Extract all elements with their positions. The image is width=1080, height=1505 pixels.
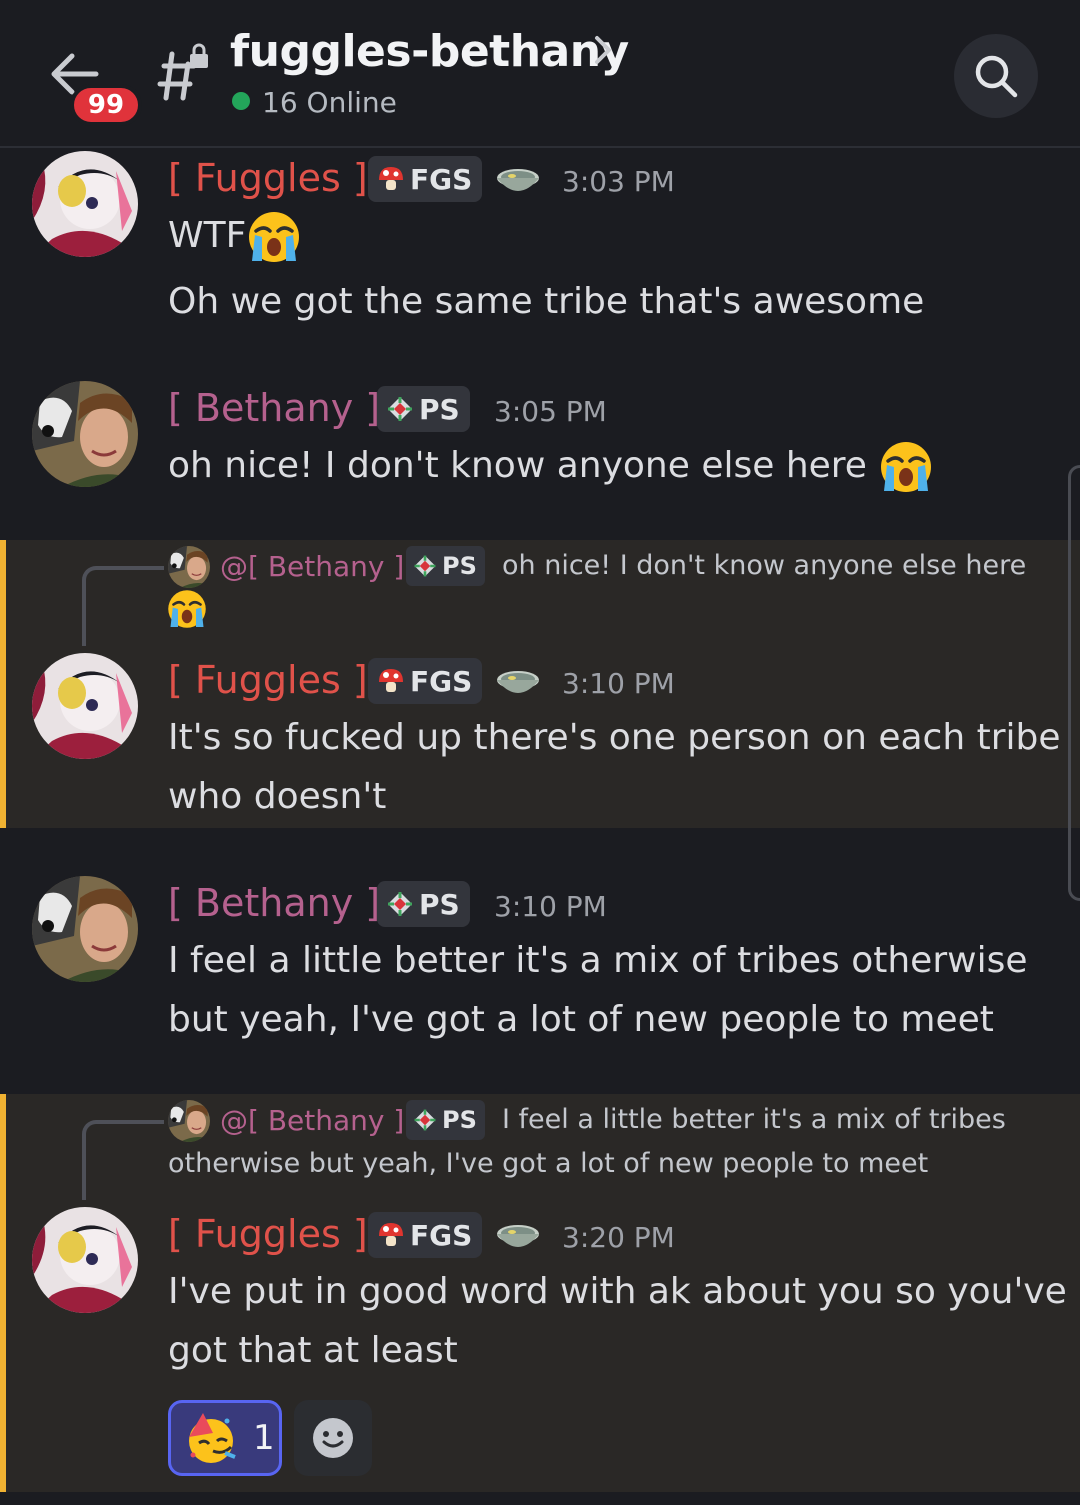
reaction-count: 1	[253, 1418, 275, 1458]
timestamp: 3:05 PM	[494, 395, 607, 428]
reply-avatar	[168, 546, 210, 588]
channel-name[interactable]: fuggles-bethany	[230, 26, 629, 77]
server-tag[interactable]: FGS	[368, 658, 483, 704]
smiley-add-icon	[313, 1418, 353, 1458]
reply-preview-text[interactable]: oh nice! I don't know anyone else here	[502, 550, 1026, 581]
add-reaction-button[interactable]	[294, 1400, 372, 1476]
highlighted-message[interactable]: @[ Bethany ] PS I feel a little better i…	[0, 1094, 1080, 1492]
loudly-crying-emoji-icon	[166, 588, 208, 630]
username[interactable]: [ Fuggles ]	[168, 156, 368, 200]
mushroom-icon	[376, 164, 406, 194]
loudly-crying-emoji-icon	[246, 209, 302, 265]
private-channel-icon	[150, 42, 212, 104]
message-text[interactable]: who doesn't	[168, 767, 386, 826]
mushroom-icon	[376, 666, 406, 696]
username[interactable]: [ Fuggles ]	[168, 658, 368, 702]
party-face-icon	[189, 1413, 236, 1463]
message-text[interactable]: but yeah, I've got a lot of new people t…	[168, 990, 994, 1049]
reply-preview-text[interactable]: otherwise but yeah, I've got a lot of ne…	[168, 1148, 928, 1179]
reply-avatar	[168, 1100, 210, 1142]
avatar[interactable]	[32, 381, 138, 487]
server-tag[interactable]: FGS	[368, 1212, 483, 1258]
server-tag-label: FGS	[410, 664, 473, 698]
bowl-icon	[494, 1220, 542, 1254]
search-icon	[975, 55, 1018, 98]
reply-connector	[82, 1120, 164, 1200]
server-tag-label: FGS	[410, 1218, 473, 1252]
server-tag-label: PS	[419, 392, 460, 426]
mushroom-icon	[376, 1220, 406, 1250]
message-text[interactable]: got that at least	[168, 1321, 458, 1380]
server-tag-label: FGS	[410, 162, 473, 196]
timestamp: 3:20 PM	[562, 1221, 675, 1254]
server-tag[interactable]: PS	[377, 881, 470, 927]
message-text[interactable]: I've put in good word with ak about you …	[168, 1262, 1067, 1321]
scrollbar[interactable]	[1068, 465, 1080, 901]
avatar[interactable]	[32, 653, 138, 759]
message-line: WTF	[168, 215, 247, 256]
loudly-crying-emoji-icon	[878, 439, 934, 495]
avatar[interactable]	[32, 151, 138, 257]
reply-preview-text[interactable]: I feel a little better it's a mix of tri…	[502, 1104, 1006, 1135]
message-text[interactable]: oh nice! I don't know anyone else here	[168, 436, 934, 495]
message-text[interactable]: It's so fucked up there's one person on …	[168, 708, 1061, 767]
server-tag-label: PS	[419, 887, 460, 921]
reply-server-tag-label: PS	[442, 552, 477, 580]
reply-author[interactable]: @[ Bethany ]	[220, 1104, 404, 1137]
online-status-dot	[232, 92, 250, 110]
reply-author[interactable]: @[ Bethany ]	[220, 550, 404, 583]
reply-server-tag: PS	[406, 1100, 485, 1140]
server-tag[interactable]: PS	[377, 386, 470, 432]
message-text[interactable]: I feel a little better it's a mix of tri…	[168, 931, 1027, 990]
username[interactable]: [ Bethany ]	[168, 386, 380, 430]
highlighted-message[interactable]: @[ Bethany ] PS oh nice! I don't know an…	[0, 540, 1080, 828]
reply-connector	[82, 566, 164, 646]
reply-server-tag-label: PS	[442, 1106, 477, 1134]
gem-icon	[385, 889, 415, 919]
chevron-right-icon[interactable]	[592, 32, 614, 68]
unread-badge: 99	[70, 84, 142, 126]
search-button[interactable]	[954, 34, 1038, 118]
avatar[interactable]	[32, 1207, 138, 1313]
timestamp: 3:10 PM	[562, 667, 675, 700]
server-tag[interactable]: FGS	[368, 156, 483, 202]
reaction-pill[interactable]: 1	[168, 1400, 282, 1476]
message-line: oh nice! I don't know anyone else here	[168, 445, 867, 486]
message-text[interactable]: WTF	[168, 206, 302, 265]
timestamp: 3:03 PM	[562, 165, 675, 198]
online-count: 16 Online	[262, 86, 397, 119]
message-text[interactable]: Oh we got the same tribe that's awesome	[168, 272, 924, 331]
gem-icon	[385, 394, 415, 424]
gem-icon	[412, 553, 438, 579]
reply-server-tag: PS	[406, 546, 485, 586]
avatar[interactable]	[32, 876, 138, 982]
channel-header: 99 fuggles-bethany 16 Online	[0, 0, 1080, 148]
bowl-icon	[494, 666, 542, 700]
bowl-icon	[494, 164, 542, 198]
username[interactable]: [ Fuggles ]	[168, 1212, 368, 1256]
gem-icon	[412, 1107, 438, 1133]
timestamp: 3:10 PM	[494, 890, 607, 923]
username[interactable]: [ Bethany ]	[168, 881, 380, 925]
